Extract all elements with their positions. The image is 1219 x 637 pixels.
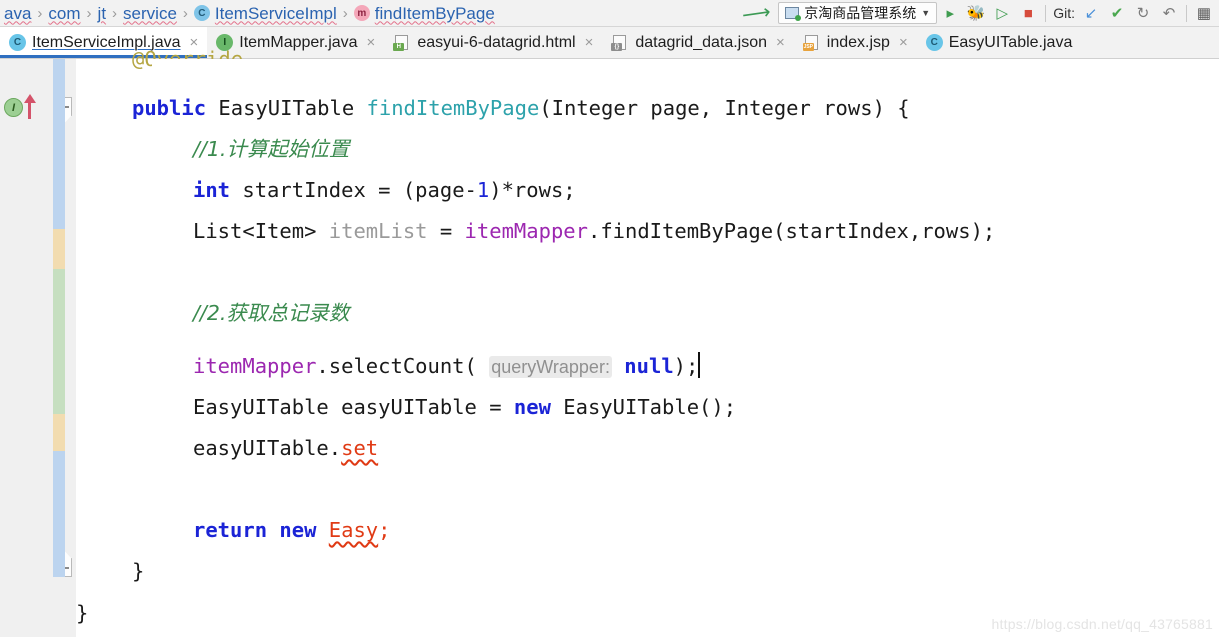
- breadcrumb-item-service[interactable]: service: [119, 0, 181, 26]
- vcs-change-stripe[interactable]: [53, 59, 65, 637]
- code-line-itemlist: List<Item> itemList = itemMapper.findIte…: [193, 219, 996, 243]
- field-itemmapper: itemMapper: [193, 354, 317, 378]
- run-configuration-selector[interactable]: 京淘商品管理系统 ▼: [778, 2, 938, 24]
- chevron-down-icon: ▼: [921, 8, 931, 18]
- comment-token: //2.获取总记录数: [193, 301, 350, 325]
- git-history-icon[interactable]: ↻: [1130, 1, 1156, 25]
- keyword-new: new: [279, 518, 317, 542]
- stop-icon[interactable]: ■: [1015, 1, 1041, 25]
- breadcrumb-separator-icon: ›: [182, 4, 188, 22]
- breadcrumb: ava › com › jt › service › C ItemService…: [0, 0, 499, 26]
- type-easyuitable: EasyUITable: [193, 395, 329, 419]
- layout-icon[interactable]: ▦: [1191, 1, 1217, 25]
- code-text-area[interactable]: @Override public EasyUITable findItemByP…: [76, 47, 1219, 637]
- breadcrumb-separator-icon: ›: [37, 4, 43, 22]
- git-commit-icon[interactable]: ✔: [1104, 1, 1130, 25]
- type-list-item: List<Item>: [193, 219, 317, 243]
- field-itemmapper: itemMapper: [464, 219, 588, 243]
- toolbar-divider: [1045, 4, 1047, 22]
- select-opened-file-icon[interactable]: ⟶: [732, 0, 780, 26]
- debug-icon[interactable]: 🐝: [963, 1, 989, 25]
- toolbar-divider: [1186, 4, 1187, 22]
- code-line-setcall: easyUITable.set: [193, 436, 379, 460]
- param-page: page: [650, 96, 700, 120]
- text-caret: [698, 352, 701, 378]
- var-startindex: startIndex: [242, 178, 366, 202]
- param-rows: rows: [823, 96, 873, 120]
- method-finditembypage: findItemByPage: [600, 219, 774, 243]
- var-easyuitable: easyUITable: [193, 436, 329, 460]
- editor-gutter[interactable]: I: [0, 59, 44, 637]
- breadcrumb-label: service: [123, 3, 177, 23]
- number-literal: 1: [476, 178, 490, 202]
- breadcrumb-label: jt: [97, 3, 107, 23]
- arg-startindex: startIndex: [785, 219, 909, 243]
- parameter-hint-querywrapper: queryWrapper:: [489, 356, 612, 378]
- keyword-int: int: [193, 178, 231, 202]
- editor-top-clip: [152, 59, 1219, 68]
- implementing-method-icon[interactable]: I: [4, 92, 38, 119]
- code-editor[interactable]: I @Override public EasyUITable findItemB…: [0, 47, 1219, 637]
- code-line-signature: public EasyUITable findItemByPage(Intege…: [132, 96, 910, 120]
- keyword-new: new: [513, 395, 551, 419]
- keyword-return: return: [193, 518, 268, 542]
- breadcrumb-label: ItemServiceImpl: [214, 3, 337, 23]
- class-icon: C: [193, 5, 210, 21]
- code-line-comment-1: //1.计算起始位置: [76, 129, 1219, 170]
- brace-token: }: [132, 559, 145, 583]
- literal-null: null: [624, 354, 674, 378]
- breadcrumb-item-finditembypage[interactable]: m findItemByPage: [350, 0, 499, 26]
- type-integer: Integer: [724, 96, 811, 120]
- breadcrumb-label: findItemByPage: [374, 3, 495, 23]
- java-class-icon: C: [9, 34, 26, 51]
- code-line-return: return new Easy;: [76, 510, 1219, 551]
- run-configuration-label: 京淘商品管理系统: [804, 5, 917, 21]
- git-update-icon[interactable]: ↙: [1078, 1, 1104, 25]
- idea-editor-window: ava › com › jt › service › C ItemService…: [0, 0, 1219, 637]
- type-easyuitable: EasyUITable: [563, 395, 700, 419]
- brace-token: }: [76, 601, 89, 625]
- keyword-public: public: [132, 96, 207, 120]
- breadcrumb-separator-icon: ›: [86, 4, 92, 22]
- method-selectcount: selectCount: [328, 354, 465, 378]
- method-name-finditembypage: findItemByPage: [366, 96, 540, 120]
- method-icon: m: [353, 5, 370, 21]
- breadcrumb-label: ava: [4, 3, 32, 23]
- breadcrumb-item-ava[interactable]: ava: [0, 0, 35, 26]
- source-code: @Override public EasyUITable findItemByP…: [76, 47, 1219, 637]
- top-toolbar-strip: ava › com › jt › service › C ItemService…: [0, 0, 1219, 27]
- watermark-text: https://blog.csdn.net/qq_43765881: [991, 616, 1213, 632]
- toolbar-actions: ⟶ 京淘商品管理系统 ▼ ▸ 🐝 ▷ ■ Git: ↙ ✔ ↻ ↶ ▦: [732, 0, 1219, 26]
- syntax-error-semicolon: ;: [378, 518, 391, 542]
- breadcrumb-label: com: [48, 3, 81, 23]
- type-easyuitable: EasyUITable: [218, 96, 355, 120]
- code-line-selectcount: itemMapper.selectCount( queryWrapper: nu…: [193, 352, 701, 378]
- unresolved-method-set: set: [341, 436, 379, 460]
- breadcrumb-separator-icon: ›: [342, 4, 348, 22]
- git-rollback-icon[interactable]: ↶: [1156, 1, 1182, 25]
- comment-token: //1.计算起始位置: [193, 137, 350, 161]
- run-icon[interactable]: ▸: [937, 1, 963, 25]
- git-group-label: Git:: [1053, 5, 1075, 21]
- var-itemlist: itemList: [328, 219, 428, 243]
- breadcrumb-item-com[interactable]: com: [44, 0, 84, 26]
- code-line-comment-2: //2.获取总记录数: [76, 293, 1219, 334]
- type-integer: Integer: [551, 96, 639, 120]
- breadcrumb-item-itemserviceimpl[interactable]: C ItemServiceImpl: [190, 0, 341, 26]
- var-easyuitable: easyUITable: [341, 395, 477, 419]
- code-line-startindex: int startIndex = (page-1)*rows;: [193, 178, 576, 202]
- run-with-coverage-icon[interactable]: ▷: [989, 1, 1015, 25]
- breadcrumb-item-jt[interactable]: jt: [94, 0, 111, 26]
- arg-rows: rows: [921, 219, 971, 243]
- application-icon: [785, 7, 802, 21]
- code-line-close-method: }: [76, 551, 1219, 592]
- param-page: page: [415, 178, 465, 202]
- param-rows: rows: [513, 178, 564, 202]
- breadcrumb-separator-icon: ›: [112, 4, 118, 22]
- unresolved-type-easy: Easy: [328, 518, 379, 542]
- code-line-new-easyuitable: EasyUITable easyUITable = new EasyUITabl…: [193, 395, 737, 419]
